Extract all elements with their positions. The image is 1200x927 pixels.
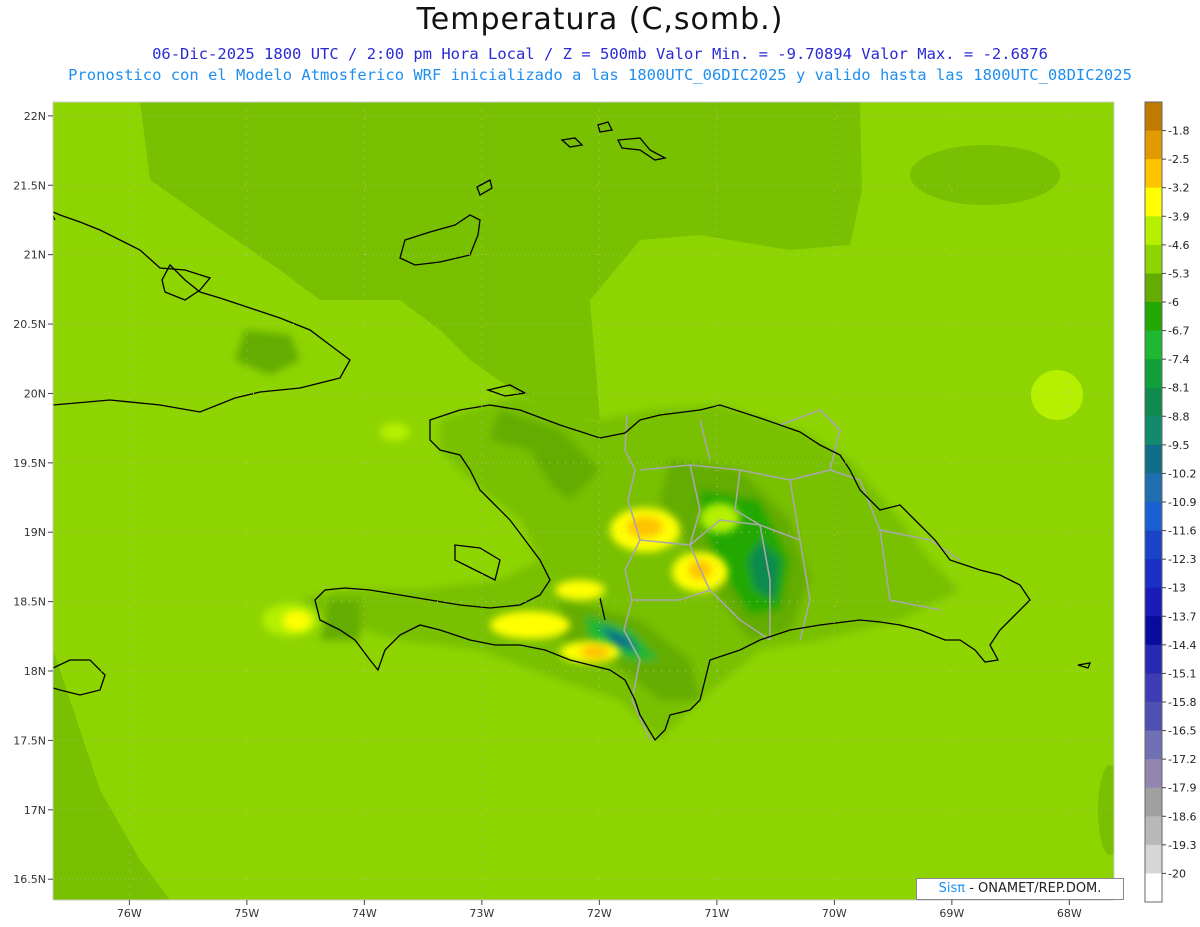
- colorbar-swatch: [1145, 130, 1162, 160]
- colorbar-swatch: [1145, 816, 1162, 846]
- temperature-map: 22N 21.5N 21N 20.5N 20N 19.5N 19N 18.5N 18N 17.5N…: [13, 101, 1196, 920]
- lat-tick-label: 19.5N: [13, 457, 46, 470]
- colorbar-swatch: [1145, 873, 1162, 903]
- lon-tick-label: 69W: [939, 907, 964, 920]
- colorbar-label: -11.6: [1168, 525, 1196, 538]
- colorbar-swatch: [1145, 187, 1162, 217]
- lat-tick-label: 20.5N: [13, 318, 46, 331]
- colorbar-swatch: [1145, 216, 1162, 246]
- colorbar-label: -8.8: [1168, 410, 1189, 423]
- lat-tick-label: 21.5N: [13, 179, 46, 192]
- colorbar-swatch: [1145, 273, 1162, 303]
- lat-tick-label: 18.5N: [13, 596, 46, 609]
- colorbar-label: -13: [1168, 582, 1186, 595]
- colorbar-swatch: [1145, 359, 1162, 389]
- colorbar-swatch: [1145, 473, 1162, 503]
- lon-tick-label: 75W: [234, 907, 259, 920]
- colorbar-swatch: [1145, 702, 1162, 732]
- lon-tick-label: 70W: [822, 907, 847, 920]
- latitude-axis: 22N 21.5N 21N 20.5N 20N 19.5N 19N 18.5N 18N 17.5N…: [13, 110, 53, 886]
- colorbar-label: -4.6: [1168, 239, 1189, 252]
- lat-tick-label: 16.5N: [13, 873, 46, 886]
- lon-tick-label: 76W: [117, 907, 142, 920]
- colorbar-swatch: [1145, 502, 1162, 532]
- colorbar-swatch: [1145, 387, 1162, 417]
- colorbar-swatch: [1145, 644, 1162, 674]
- colorbar-label: -3.2: [1168, 182, 1189, 195]
- credit-brand: Sisπ: [938, 881, 966, 896]
- colorbar-label: -17.9: [1168, 782, 1196, 795]
- lat-tick-label: 18N: [24, 665, 46, 678]
- colorbar-label: -5.3: [1168, 267, 1189, 280]
- colorbar-swatch: [1145, 102, 1162, 132]
- lat-tick-label: 17N: [24, 804, 46, 817]
- colorbar-label: -1.8: [1168, 125, 1189, 138]
- lat-tick-label: 22N: [24, 110, 46, 123]
- lat-tick-label: 21N: [24, 249, 46, 262]
- colorbar-label: -10.2: [1168, 467, 1196, 480]
- colorbar-swatch: [1145, 559, 1162, 589]
- lat-tick-label: 17.5N: [13, 734, 46, 747]
- colorbar-swatch: [1145, 730, 1162, 760]
- colorbar-swatch: [1145, 759, 1162, 789]
- colorbar-label: -15.8: [1168, 696, 1196, 709]
- colorbar-swatch: [1145, 616, 1162, 646]
- colorbar-label: -13.7: [1168, 610, 1196, 623]
- colorbar-label: -6.7: [1168, 325, 1189, 338]
- colorbar: -1.8 -2.5 -3.2 -3.9 -4.6 -5.3 -6 -6.7 -7.4 -8.1 -8…: [1144, 101, 1196, 903]
- temperature-field: [53, 102, 1114, 900]
- colorbar-label: -3.9: [1168, 210, 1189, 223]
- colorbar-swatch: [1145, 530, 1162, 560]
- colorbar-swatch: [1145, 844, 1162, 874]
- colorbar-label: -10.9: [1168, 496, 1196, 509]
- colorbar-label: -7.4: [1168, 353, 1189, 366]
- lat-tick-label: 19N: [24, 526, 46, 539]
- lon-tick-label: 71W: [704, 907, 729, 920]
- colorbar-swatch: [1145, 330, 1162, 360]
- colorbar-swatch: [1145, 416, 1162, 446]
- credit-text: - ONAMET/REP.DOM.: [965, 881, 1102, 896]
- colorbar-swatch: [1145, 444, 1162, 474]
- lon-tick-label: 74W: [352, 907, 377, 920]
- colorbar-swatch: [1145, 787, 1162, 817]
- colorbar-label: -18.6: [1168, 810, 1196, 823]
- colorbar-label: -9.5: [1168, 439, 1189, 452]
- colorbar-label: -15.1: [1168, 667, 1196, 680]
- colorbar-label: -12.3: [1168, 553, 1196, 566]
- colorbar-label: -16.5: [1168, 725, 1196, 738]
- colorbar-label: -19.3: [1168, 839, 1196, 852]
- lat-tick-label: 20N: [24, 387, 46, 400]
- colorbar-label: -20: [1168, 867, 1186, 880]
- colorbar-label: -17.2: [1168, 753, 1196, 766]
- colorbar-swatch: [1145, 302, 1162, 332]
- credit-box: Sisπ - ONAMET/REP.DOM.: [916, 878, 1124, 900]
- lon-tick-label: 73W: [469, 907, 494, 920]
- longitude-axis: 76W 75W 74W 73W 72W 71W 70W 69W 68W: [117, 900, 1082, 920]
- colorbar-label: -2.5: [1168, 153, 1189, 166]
- colorbar-swatch: [1145, 159, 1162, 189]
- lon-tick-label: 72W: [587, 907, 612, 920]
- colorbar-swatch: [1145, 244, 1162, 274]
- colorbar-label: -14.4: [1168, 639, 1196, 652]
- colorbar-label: -6: [1168, 296, 1179, 309]
- colorbar-swatch: [1145, 587, 1162, 617]
- lon-tick-label: 68W: [1057, 907, 1082, 920]
- colorbar-swatch: [1145, 673, 1162, 703]
- colorbar-label: -8.1: [1168, 382, 1189, 395]
